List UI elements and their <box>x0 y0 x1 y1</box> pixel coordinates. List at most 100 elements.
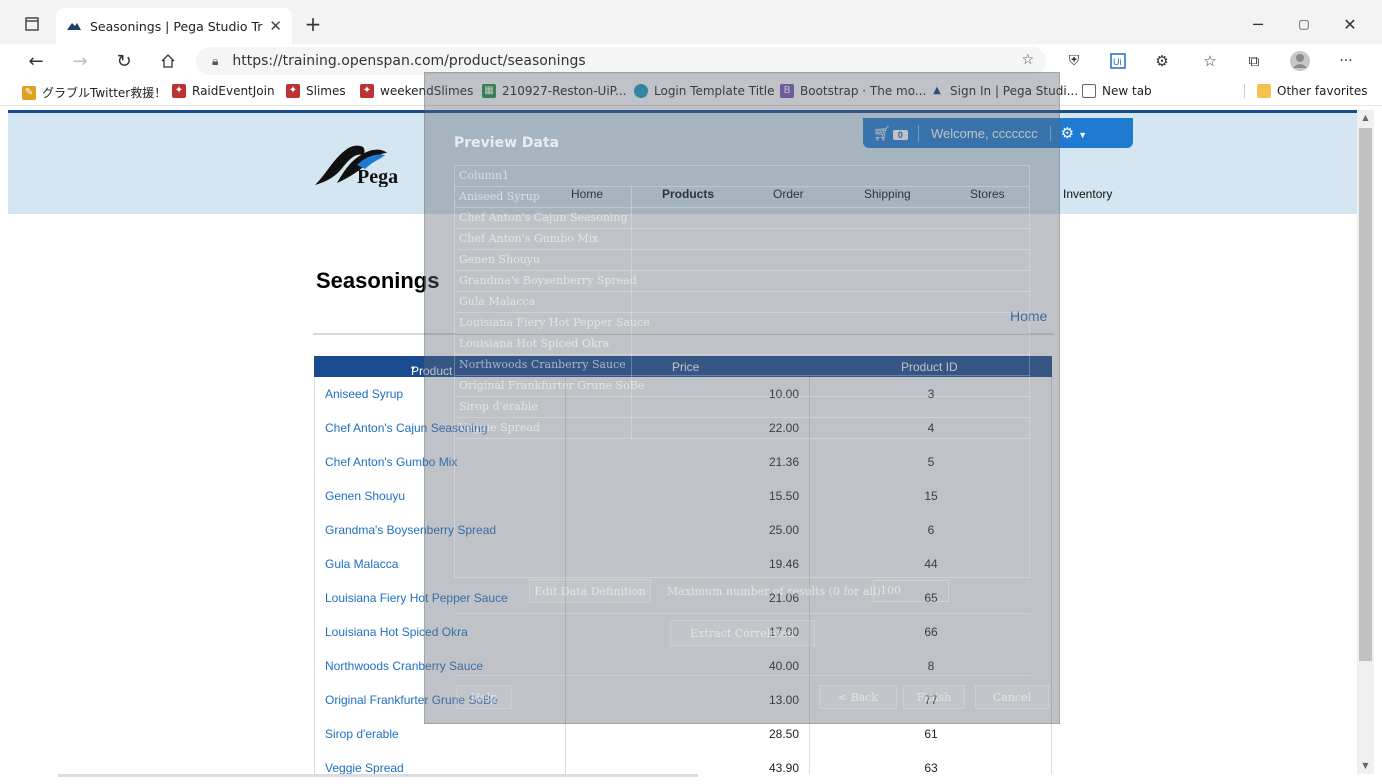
pega-logo[interactable]: Pega <box>313 139 421 187</box>
profile-avatar[interactable] <box>1288 49 1312 73</box>
back-icon[interactable]: ← <box>24 49 48 73</box>
tab-title: Seasonings | Pega Studio Training <box>90 18 263 34</box>
uipath-extension-icon[interactable]: Ui <box>1106 49 1130 73</box>
close-tab-icon[interactable]: ✕ <box>269 17 282 35</box>
gear-icon: ⚙ <box>1060 125 1075 142</box>
cell-divider <box>631 271 632 292</box>
cell-divider <box>631 250 632 271</box>
extract-correlated-button[interactable]: Extract Correlated <box>670 620 815 646</box>
preview-table-empty-area <box>455 439 1029 577</box>
preview-row[interactable]: Aniseed Syrup <box>455 187 1029 208</box>
favorite-label: Slimes <box>306 84 346 98</box>
favorite-item[interactable]: ✎ グラブルTwitter救援！ <box>22 84 166 101</box>
preview-row[interactable]: Chef Anton's Cajun Seasoning <box>455 208 1029 229</box>
new-tab-icon[interactable]: + <box>302 12 324 36</box>
cell-divider <box>631 229 632 250</box>
favorite-item[interactable]: ✦ RaidEventJoin <box>172 84 275 98</box>
minimize-icon[interactable]: ─ <box>1246 12 1270 36</box>
pega-icon <box>66 21 82 31</box>
favorite-item[interactable]: ✦ Slimes <box>286 84 346 98</box>
dialog-divider <box>454 675 1030 676</box>
product-link[interactable]: Veggie Spread <box>325 761 404 775</box>
refresh-icon[interactable]: ↻ <box>112 49 136 73</box>
finish-button[interactable]: Finish <box>903 685 965 709</box>
cell-divider <box>631 418 632 439</box>
horizontal-scroll-thumb[interactable] <box>58 774 698 777</box>
sort-icon: ▾ <box>411 364 416 373</box>
preview-cell: Grandma's Boysenberry Spread <box>459 274 637 287</box>
preview-cell: Genen Shouyu <box>459 253 541 266</box>
preview-row[interactable]: Genen Shouyu <box>455 250 1029 271</box>
chevron-down-icon: ▼ <box>1078 130 1088 140</box>
browser-tab[interactable]: Seasonings | Pega Studio Training ✕ <box>56 8 292 44</box>
close-window-icon[interactable]: ✕ <box>1338 12 1362 36</box>
favorite-item[interactable]: New tab <box>1082 84 1152 98</box>
price-cell: 43.90 <box>768 761 799 775</box>
back-button[interactable]: < Back <box>819 685 897 709</box>
vertical-scrollbar[interactable]: ▲ ▼ <box>1357 110 1374 774</box>
preview-row[interactable]: Original Frankfurter Grune SoBe <box>455 376 1029 397</box>
brand-text: Pega <box>357 166 398 187</box>
cell-divider <box>631 208 632 229</box>
pencil-icon: ✎ <box>22 85 36 100</box>
preview-table: Column1 Aniseed Syrup Chef Anton's Cajun… <box>454 165 1030 578</box>
dialog-title: Preview Data <box>454 135 560 151</box>
tab-actions-icon[interactable] <box>20 12 44 36</box>
product-id-cell: 61 <box>924 727 938 741</box>
extensions-icon[interactable]: ⚙ <box>1150 49 1174 73</box>
dialog-divider <box>454 613 1030 614</box>
preview-row[interactable]: Northwoods Cranberry Sauce <box>455 355 1029 376</box>
preview-row[interactable]: Gula Malacca <box>455 292 1029 313</box>
forward-icon[interactable]: → <box>68 49 92 73</box>
preview-row[interactable]: Grandma's Boysenberry Spread <box>455 271 1029 292</box>
cell-divider <box>631 292 632 313</box>
preview-cell: Chef Anton's Cajun Seasoning <box>459 211 628 224</box>
horizontal-scrollbar[interactable] <box>8 774 1357 784</box>
scroll-up-icon[interactable]: ▲ <box>1357 110 1374 126</box>
preview-cell: Gula Malacca <box>459 295 536 308</box>
product-link[interactable]: Gula Malacca <box>325 557 398 571</box>
preview-cell: Louisiana Fiery Hot Pepper Sauce <box>459 316 650 329</box>
url-text: https://training.openspan.com/product/se… <box>232 53 586 69</box>
more-menu-icon[interactable]: ··· <box>1334 49 1358 73</box>
raid-icon: ✦ <box>172 84 186 98</box>
favorite-label: グラブルTwitter救援！ <box>42 86 167 100</box>
other-favorites[interactable]: Other favorites <box>1244 84 1368 98</box>
preview-row[interactable]: Chef Anton's Gumbo Mix <box>455 229 1029 250</box>
raid-icon: ✦ <box>360 84 374 98</box>
home-icon[interactable] <box>156 49 180 73</box>
preview-row[interactable]: Sirop d'erable <box>455 397 1029 418</box>
cell-divider <box>631 313 632 334</box>
nav-inventory[interactable]: Inventory <box>1063 187 1112 201</box>
max-results-label: Maximum number of results (0 for all) <box>667 585 881 598</box>
product-link[interactable]: Genen Shouyu <box>325 489 405 503</box>
preview-data-dialog[interactable]: Preview Data Column1 Aniseed Syrup Chef … <box>424 72 1060 724</box>
preview-cell: Sirop d'erable <box>459 400 538 413</box>
collections-icon[interactable]: ⧉ <box>1242 49 1266 73</box>
cell-divider <box>631 376 632 397</box>
price-cell: 28.50 <box>768 727 799 741</box>
preview-row[interactable]: Louisiana Hot Spiced Okra <box>455 334 1029 355</box>
cancel-button[interactable]: Cancel <box>975 685 1049 709</box>
product-link[interactable]: Sirop d'erable <box>325 727 399 741</box>
preview-row[interactable]: Veggie Spread <box>455 418 1029 439</box>
product-link[interactable]: Aniseed Syrup <box>325 387 403 401</box>
preview-cell: Original Frankfurter Grune SoBe <box>459 379 645 392</box>
edit-data-definition-button[interactable]: Edit Data Definition <box>529 579 651 603</box>
restore-icon[interactable]: ▢ <box>1292 12 1316 36</box>
favorite-label: New tab <box>1102 84 1152 98</box>
preview-column-header: Column1 <box>459 169 510 182</box>
add-favorite-icon[interactable]: ☆ <box>1021 52 1034 68</box>
lock-icon: 🔒︎ <box>212 53 219 68</box>
favorite-label: RaidEventJoin <box>192 84 275 98</box>
url-bar[interactable]: 🔒︎ https://training.openspan.com/product… <box>196 47 1046 75</box>
favorites-icon[interactable]: ☆ <box>1198 49 1222 73</box>
scroll-down-icon[interactable]: ▼ <box>1357 758 1374 774</box>
help-button[interactable]: Help <box>456 685 512 709</box>
preview-cell: Veggie Spread <box>459 421 540 434</box>
preview-row[interactable]: Louisiana Fiery Hot Pepper Sauce <box>455 313 1029 334</box>
shield-icon[interactable]: ⛨ <box>1062 49 1086 73</box>
preview-cell: Louisiana Hot Spiced Okra <box>459 337 610 350</box>
scroll-thumb[interactable] <box>1359 128 1372 661</box>
max-results-input[interactable]: 100 <box>873 580 949 602</box>
